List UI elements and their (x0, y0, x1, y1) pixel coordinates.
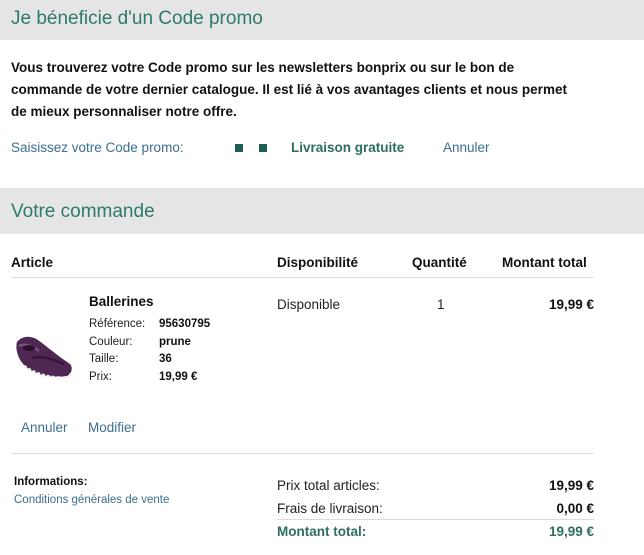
summary-grand-total-row: Montant total: 19,99 € (277, 520, 594, 542)
items-divider (11, 453, 594, 454)
promo-cancel-link[interactable]: Annuler (443, 139, 490, 157)
spec-value: 19,99 € (159, 370, 198, 383)
promo-section-title: Je béneficie d'un Code promo (0, 0, 644, 40)
summary-shipping-row: Frais de livraison: 0,00 € (277, 497, 594, 519)
column-header-article: Article (11, 255, 54, 270)
spec-row-size: Taille: 36 (89, 351, 210, 369)
product-image-ballerina-shoe-icon[interactable] (14, 322, 74, 382)
column-header-total: Montant total (502, 255, 587, 270)
product-specs: Référence: 95630795 Couleur: prune Taill… (89, 316, 210, 386)
item-total: 19,99 € (548, 297, 594, 312)
spec-label: Prix: (89, 370, 112, 383)
spec-label: Taille: (89, 353, 119, 365)
product-name: Ballerines (89, 294, 154, 309)
column-header-quantity: Quantité (412, 255, 467, 270)
spec-value: 95630795 (159, 318, 211, 330)
subtotal-label: Prix total articles: (277, 477, 380, 493)
edit-item-link[interactable]: Modifier (88, 420, 136, 435)
summary-subtotal-row: Prix total articles: 19,99 € (277, 474, 594, 496)
terms-link[interactable]: Conditions générales de vente (14, 494, 169, 506)
subtotal-value: 19,99 € (548, 477, 594, 493)
item-availability: Disponible (277, 297, 341, 312)
shipping-value: 0,00 € (556, 500, 594, 516)
header-divider (11, 277, 594, 278)
spec-value: 36 (159, 353, 172, 365)
spec-label: Couleur: (89, 335, 133, 348)
spec-value: prune (159, 335, 191, 348)
spec-row-reference: Référence: 95630795 (89, 316, 210, 334)
promo-dot-icon (259, 144, 267, 152)
promo-code-input-link[interactable]: Saisissez votre Code promo: (11, 139, 184, 157)
column-header-availability: Disponibilité (277, 255, 358, 270)
shipping-label: Frais de livraison: (277, 500, 383, 516)
item-quantity: 1 (437, 297, 445, 312)
grand-total-value: 19,99 € (548, 523, 594, 539)
promo-description: Vous trouverez votre Code promo sur les … (11, 60, 567, 119)
remove-item-link[interactable]: Annuler (21, 420, 68, 435)
info-title: Informations: (14, 476, 88, 488)
spec-label: Référence: (89, 318, 146, 330)
grand-total-label: Montant total: (277, 523, 367, 539)
spec-row-color: Couleur: prune (89, 334, 210, 352)
promo-code-status: Livraison gratuite (235, 139, 404, 157)
order-section-title: Votre commande (0, 188, 644, 234)
promo-dot-icon (235, 144, 243, 152)
spec-row-price: Prix: 19,99 € (89, 369, 210, 387)
promo-applied-value: Livraison gratuite (291, 140, 405, 155)
